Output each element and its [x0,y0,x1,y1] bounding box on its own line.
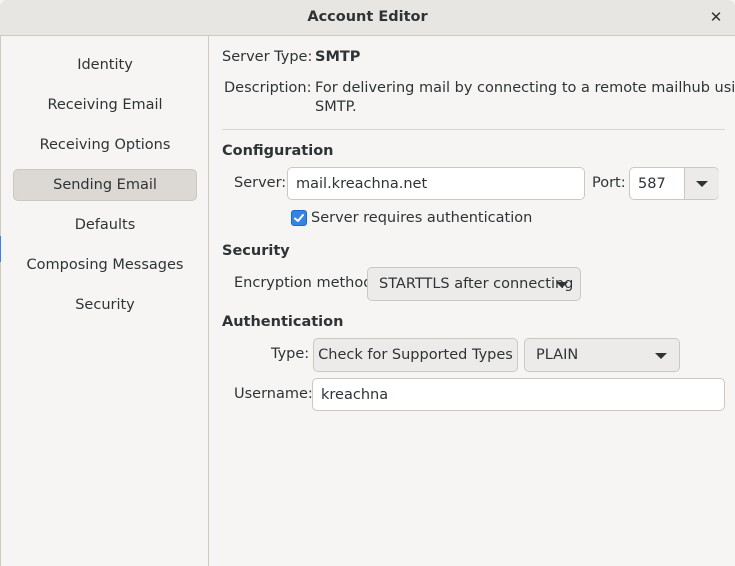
chevron-down-icon [655,353,667,359]
port-value: 587 [638,175,666,192]
sidebar-item-sending-email[interactable]: Sending Email [13,169,197,201]
checkmark-icon [294,214,304,222]
check-supported-types-button[interactable]: Check for Supported Types [313,338,518,372]
description-label: Description: [224,80,312,96]
configuration-heading: Configuration [222,143,334,159]
sidebar-item-composing-messages[interactable]: Composing Messages [13,249,197,281]
sidebar-item-identity[interactable]: Identity [13,49,197,81]
port-combo[interactable]: 587 [629,167,719,200]
port-label: Port: [592,175,626,191]
auth-required-label[interactable]: Server requires authentication [311,210,532,226]
username-input[interactable]: kreachna [312,378,725,411]
section-divider [222,129,725,130]
encryption-value: STARTTLS after connecting [379,276,574,292]
description-line-2: SMTP. [315,99,357,115]
sidebar-item-security[interactable]: Security [13,289,197,321]
sidebar: Identity Receiving Email Receiving Optio… [1,36,209,566]
port-dropdown-button[interactable] [685,168,719,199]
authentication-heading: Authentication [222,314,344,330]
sidebar-item-receiving-options[interactable]: Receiving Options [13,129,197,161]
encryption-label: Encryption method: [234,275,378,291]
server-type-label: Server Type: [222,49,313,65]
server-type-value: SMTP [315,49,361,65]
encryption-dropdown[interactable]: STARTTLS after connecting [367,267,581,301]
title-bar: Account Editor ✕ [0,0,735,36]
auth-type-label: Type: [271,346,310,362]
chevron-down-icon [556,282,568,288]
auth-required-checkbox[interactable] [291,210,307,226]
window-title: Account Editor [307,9,428,25]
sidebar-item-defaults[interactable]: Defaults [13,209,197,241]
auth-type-dropdown[interactable]: PLAIN [524,338,680,372]
security-heading: Security [222,243,290,259]
server-input[interactable]: mail.kreachna.net [287,167,585,200]
sidebar-item-receiving-email[interactable]: Receiving Email [13,89,197,121]
description-line-1: For delivering mail by connecting to a r… [315,80,735,96]
username-label: Username: [234,386,313,402]
close-icon[interactable]: ✕ [707,8,725,26]
auth-type-value: PLAIN [536,347,579,363]
chevron-down-icon [696,180,708,187]
server-label: Server: [234,175,287,191]
